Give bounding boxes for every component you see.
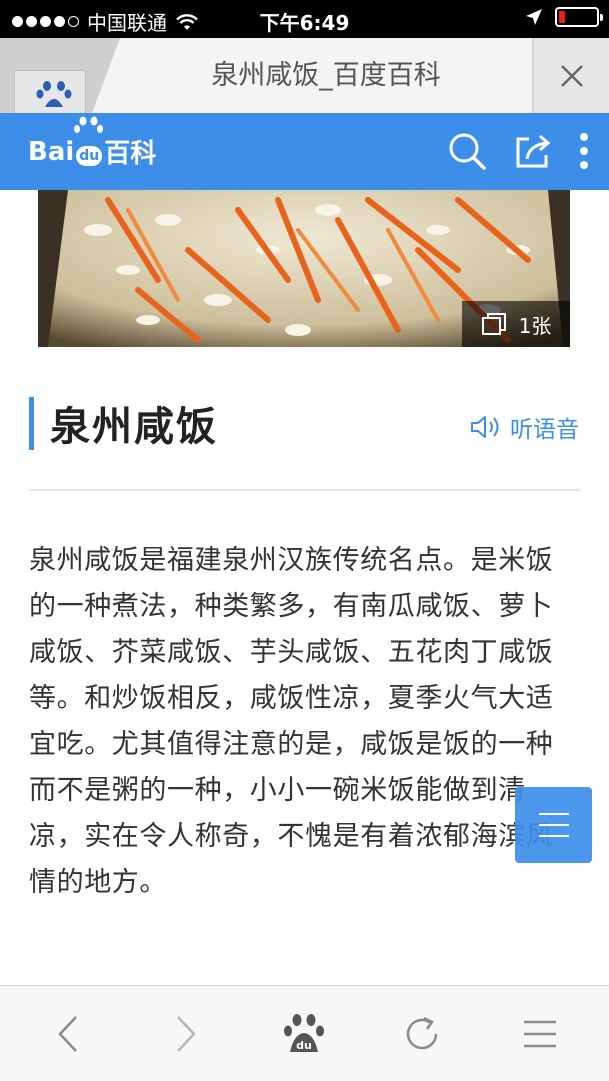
status-bar: 中国联通 下午6:49 — [0, 0, 609, 38]
bottom-toolbar: du — [0, 985, 609, 1081]
battery-icon — [555, 7, 603, 27]
page-title: 泉州咸饭 — [50, 404, 218, 450]
menu-icon — [524, 1020, 556, 1047]
forward-button[interactable] — [146, 986, 226, 1081]
baidu-home-button[interactable]: du — [264, 986, 344, 1081]
listen-audio-button[interactable]: 听语音 — [470, 410, 579, 444]
list-icon — [538, 813, 569, 837]
back-icon — [58, 1015, 77, 1052]
speaker-icon — [471, 416, 499, 438]
svg-text:du: du — [296, 1039, 312, 1052]
close-tab-button[interactable] — [533, 38, 609, 113]
back-button[interactable] — [28, 986, 108, 1081]
title-accent-bar — [29, 397, 34, 450]
site-header: Bai du 百科 — [0, 113, 609, 190]
article-body: 泉州咸饭是福建泉州汉族传统名点。是米饭的一种煮法，种类繁多，有南瓜咸饭、萝卜咸饭… — [29, 545, 554, 898]
location-arrow-icon — [526, 9, 542, 25]
close-icon — [560, 64, 583, 87]
refresh-icon — [406, 1016, 438, 1049]
more-options-icon[interactable] — [579, 131, 589, 171]
browser-tab-bar: 泉州咸饭_百度百科 — [0, 38, 609, 114]
baidu-paw-icon — [36, 81, 72, 107]
menu-button[interactable] — [500, 986, 580, 1081]
table-of-contents-button[interactable] — [515, 787, 592, 863]
share-icon[interactable] — [513, 131, 553, 171]
paw-logo-icon — [74, 116, 104, 133]
search-icon[interactable] — [447, 131, 487, 171]
forward-icon — [177, 1015, 196, 1052]
baidu-paw-icon: du — [284, 1013, 324, 1052]
refresh-button[interactable] — [382, 986, 462, 1081]
divider — [29, 489, 580, 491]
dish-photo[interactable]: 1张 — [38, 190, 570, 347]
tab-title: 泉州咸饭_百度百科 — [211, 60, 441, 91]
image-count-badge[interactable]: 1张 — [462, 301, 570, 347]
clock: 下午6:49 — [259, 11, 350, 35]
baidu-baike-logo[interactable]: Bai du 百科 — [28, 116, 156, 170]
gallery-icon — [481, 313, 506, 335]
